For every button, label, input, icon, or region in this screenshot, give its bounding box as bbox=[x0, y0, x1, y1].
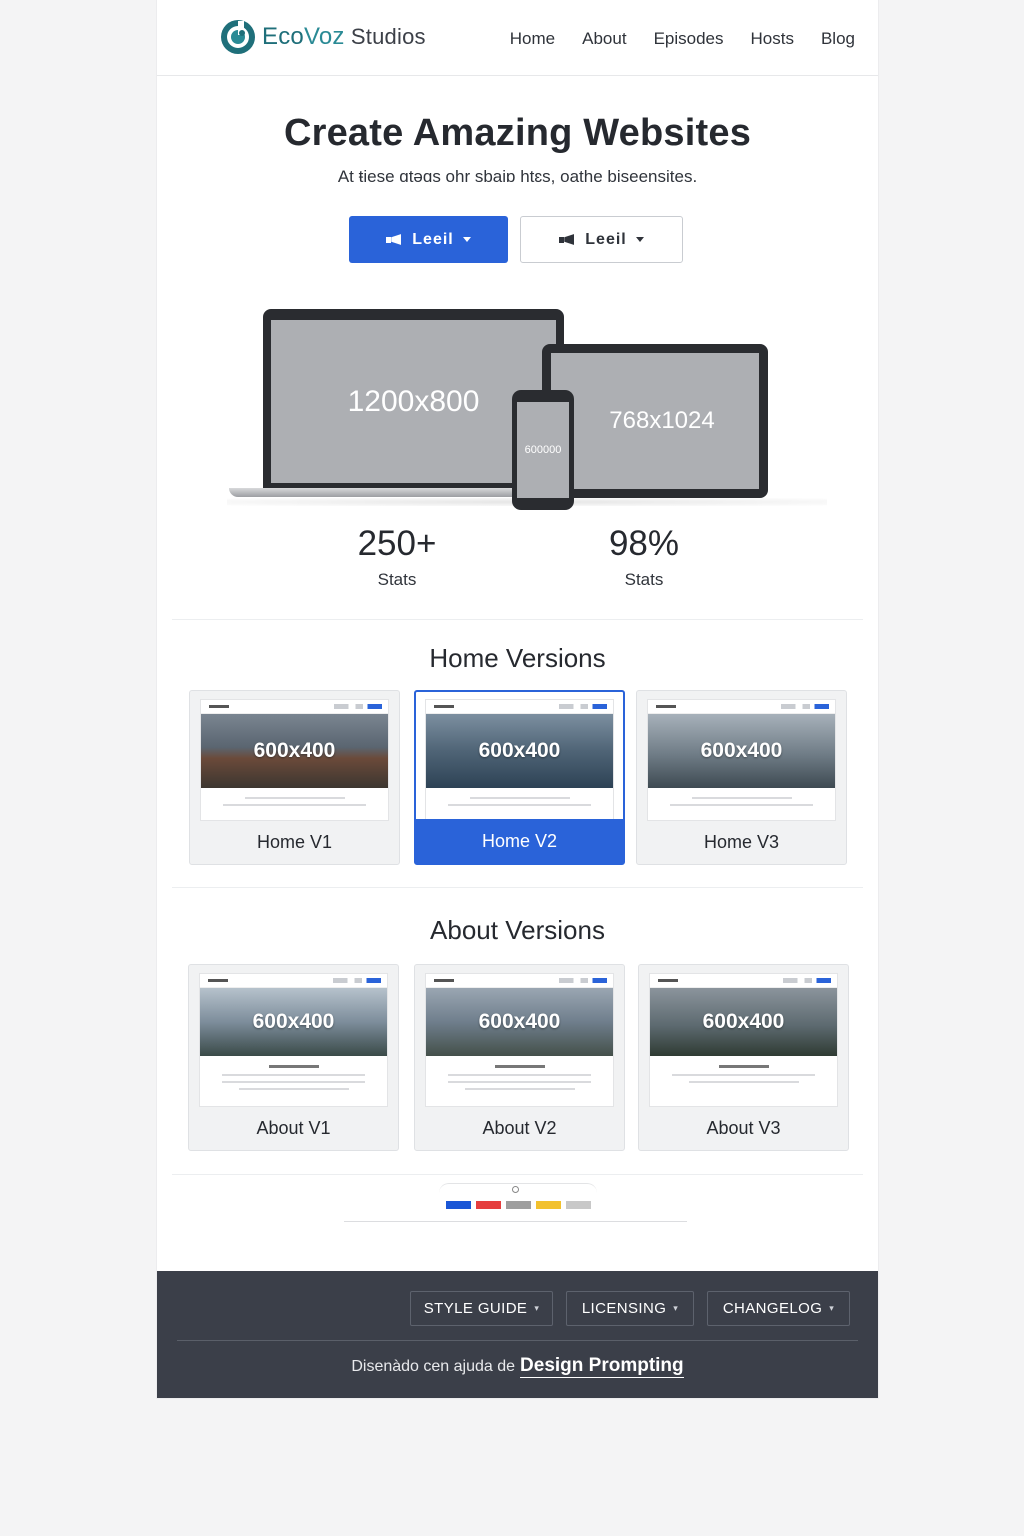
chevron-down-icon: ▾ bbox=[534, 1303, 540, 1313]
thumbnail-image: 600x400 bbox=[426, 988, 613, 1056]
secondary-button-label: Leeil bbox=[585, 230, 627, 248]
tablet-mockup: 768x1024 bbox=[542, 344, 768, 498]
stat-projects: 250+ Stats bbox=[317, 524, 477, 590]
thumbnail-text bbox=[200, 1056, 387, 1090]
stat-value: 250+ bbox=[357, 524, 437, 563]
home-v3-card[interactable]: 600x400 Home V3 bbox=[636, 690, 847, 865]
about-v2-card[interactable]: 600x400 About V2 bbox=[414, 964, 625, 1151]
thumbnail-image: 600x400 bbox=[650, 988, 837, 1056]
card-label: About V2 bbox=[482, 1117, 557, 1138]
thumbnail-image: 600x400 bbox=[200, 988, 387, 1056]
thumbnail-nav bbox=[426, 974, 613, 988]
thumbnail-image: 600x400 bbox=[201, 714, 388, 788]
home-v2-card[interactable]: 600x400 Home V2 bbox=[414, 690, 625, 865]
nav-hosts[interactable]: Hosts bbox=[751, 29, 794, 49]
nav-about[interactable]: About bbox=[582, 29, 626, 49]
card-label: About V1 bbox=[256, 1117, 331, 1138]
logo-text-studios: Studios bbox=[344, 24, 426, 49]
chevron-down-icon: ▾ bbox=[673, 1303, 679, 1313]
phone-screen: 600000 bbox=[517, 402, 569, 498]
footer-divider bbox=[177, 1340, 858, 1341]
licensing-button[interactable]: LICENSING ▾ bbox=[566, 1291, 694, 1326]
palette-swatch-light-gray bbox=[566, 1201, 591, 1209]
section-divider bbox=[172, 887, 863, 888]
home-v1-card[interactable]: 600x400 Home V1 bbox=[189, 690, 400, 865]
logo-text: EcoVoz Studios bbox=[262, 23, 426, 51]
palette-arc bbox=[439, 1183, 597, 1195]
thumbnail-text bbox=[201, 788, 388, 806]
site-footer: STYLE GUIDE ▾ LICENSING ▾ CHANGELOG ▾ Disen… bbox=[157, 1271, 878, 1398]
logo-icon bbox=[220, 19, 256, 55]
footer-credit: Disenàdo cen ajuda de Design Prompting bbox=[157, 1355, 878, 1378]
device-mockups: 1200x800 768x1024 600000 bbox=[227, 306, 827, 516]
stat-label: Stats bbox=[377, 570, 417, 589]
logo[interactable]: EcoVoz Studios bbox=[220, 19, 426, 55]
card-thumbnail: 600x400 bbox=[649, 973, 838, 1107]
nav-episodes[interactable]: Episodes bbox=[654, 29, 724, 49]
section-divider bbox=[172, 619, 863, 620]
thumbnail-nav bbox=[650, 974, 837, 988]
stat-satisfaction: 98% Stats bbox=[564, 524, 724, 590]
palette-swatch-yellow bbox=[536, 1201, 561, 1209]
phone-mockup: 600000 bbox=[512, 390, 574, 510]
card-label: About V3 bbox=[706, 1117, 781, 1138]
primary-dropdown-button[interactable]: Leeil bbox=[349, 216, 508, 263]
hero-subtitle: At ŧiese ɑtəɑs ohr sbaiɒ htɛs, oathe bis… bbox=[337, 167, 698, 186]
thumbnail-text bbox=[426, 788, 613, 806]
site-header: EcoVoz Studios Home About Episodes Hosts… bbox=[157, 0, 878, 76]
stat-value: 98% bbox=[608, 524, 680, 563]
credit-link[interactable]: Design Prompting bbox=[520, 1355, 684, 1378]
primary-button-label: Leeil bbox=[412, 230, 454, 248]
thumbnail-nav bbox=[648, 700, 835, 714]
palette-divider bbox=[344, 1221, 687, 1222]
thumbnail-text bbox=[648, 788, 835, 806]
secondary-dropdown-button[interactable]: Leeil bbox=[520, 216, 683, 263]
home-versions-title: Home Versions bbox=[429, 643, 606, 673]
palette-swatch-gray bbox=[506, 1201, 531, 1209]
logo-text-eco: Eco bbox=[262, 23, 304, 50]
about-v1-card[interactable]: 600x400 About V1 bbox=[188, 964, 399, 1151]
nav-home[interactable]: Home bbox=[510, 29, 555, 49]
chevron-down-icon bbox=[635, 237, 644, 242]
changelog-label: CHANGELOG bbox=[722, 1300, 823, 1317]
palette-swatch-blue bbox=[446, 1201, 471, 1209]
changelog-button[interactable]: CHANGELOG ▾ bbox=[707, 1291, 850, 1326]
thumbnail-nav bbox=[426, 700, 613, 714]
thumbnail-nav bbox=[201, 700, 388, 714]
stat-label: Stats bbox=[624, 570, 664, 589]
card-thumbnail: 600x400 bbox=[647, 699, 836, 821]
chevron-down-icon bbox=[462, 237, 471, 242]
thumbnail-text bbox=[426, 1056, 613, 1090]
about-versions-title: About Versions bbox=[430, 915, 605, 945]
thumbnail-nav bbox=[200, 974, 387, 988]
hero-title: Create Amazing Websites bbox=[283, 112, 752, 154]
section-divider bbox=[172, 1174, 863, 1175]
chevron-down-icon: ▾ bbox=[829, 1303, 835, 1313]
card-thumbnail: 600x400 bbox=[200, 699, 389, 821]
credit-text: Disenàdo cen ajuda de bbox=[351, 1358, 516, 1375]
licensing-label: LICENSING bbox=[581, 1300, 667, 1317]
main-nav: Home About Episodes Hosts Blog bbox=[510, 29, 855, 49]
palette-swatch-red bbox=[476, 1201, 501, 1209]
page: EcoVoz Studios Home About Episodes Hosts… bbox=[157, 0, 878, 1398]
nav-blog[interactable]: Blog bbox=[821, 29, 855, 49]
card-label: Home V3 bbox=[703, 831, 780, 852]
thumbnail-image: 600x400 bbox=[648, 714, 835, 788]
card-thumbnail: 600x400 bbox=[199, 973, 388, 1107]
tablet-screen: 768x1024 bbox=[551, 353, 759, 489]
color-palette bbox=[446, 1201, 591, 1209]
card-thumbnail: 600x400 bbox=[425, 973, 614, 1107]
card-label: Home V2 bbox=[416, 819, 623, 863]
megaphone-icon bbox=[386, 234, 402, 245]
megaphone-icon bbox=[559, 234, 575, 245]
card-label: Home V1 bbox=[256, 831, 333, 852]
thumbnail-image: 600x400 bbox=[426, 714, 613, 788]
thumbnail-text bbox=[650, 1056, 837, 1083]
card-thumbnail: 600x400 bbox=[425, 699, 614, 821]
logo-text-voz: Voz bbox=[303, 23, 345, 50]
about-v3-card[interactable]: 600x400 About V3 bbox=[638, 964, 849, 1151]
style-guide-label: STYLE GUIDE bbox=[423, 1300, 528, 1317]
style-guide-button[interactable]: STYLE GUIDE ▾ bbox=[410, 1291, 553, 1326]
